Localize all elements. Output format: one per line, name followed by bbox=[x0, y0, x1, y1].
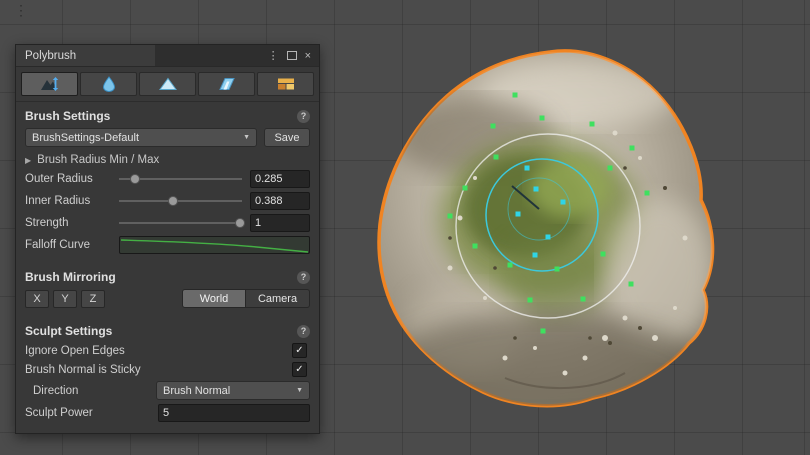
slider-handle[interactable] bbox=[168, 196, 178, 206]
triangle-icon bbox=[158, 76, 178, 92]
paint-color-mode-button[interactable] bbox=[139, 72, 196, 96]
help-icon[interactable]: ? bbox=[297, 271, 310, 284]
outer-radius-field[interactable]: 0.285 bbox=[250, 170, 310, 188]
mirror-row: X Y Z World Camera bbox=[16, 287, 319, 310]
sculpt-power-field[interactable]: 5 bbox=[158, 404, 310, 422]
direction-row: Direction Brush Normal ▼ bbox=[16, 379, 319, 402]
inner-radius-row: Inner Radius 0.388 bbox=[16, 190, 319, 212]
falloff-curve-field[interactable] bbox=[119, 236, 310, 254]
brush-preset-row: BrushSettings-Default ▼ Save bbox=[16, 126, 319, 149]
window-title: Polybrush bbox=[25, 50, 76, 62]
brush-mirroring-header: Brush Mirroring ? bbox=[16, 263, 319, 287]
outer-radius-row: Outer Radius 0.285 bbox=[16, 168, 319, 190]
ignore-open-edges-row: Ignore Open Edges ✓ bbox=[16, 341, 319, 360]
help-icon[interactable]: ? bbox=[297, 325, 310, 338]
save-button[interactable]: Save bbox=[264, 128, 310, 147]
brush-normal-sticky-label: Brush Normal is Sticky bbox=[25, 364, 141, 376]
polybrush-window: Polybrush ⋮ × bbox=[15, 44, 320, 434]
inner-radius-label: Inner Radius bbox=[25, 195, 119, 207]
texture-bricks-icon bbox=[276, 76, 296, 92]
polybrush-mode-toolbar bbox=[16, 67, 319, 102]
close-icon[interactable]: × bbox=[305, 50, 311, 62]
sculpt-mode-button[interactable] bbox=[21, 72, 78, 96]
brush-settings-header: Brush Settings ? bbox=[16, 102, 319, 126]
brush-normal-sticky-checkbox[interactable]: ✓ bbox=[292, 362, 307, 377]
sculpt-power-label: Sculpt Power bbox=[25, 407, 119, 419]
window-menu-icon[interactable]: ⋮ bbox=[268, 49, 279, 62]
sculpt-power-row: Sculpt Power 5 bbox=[16, 402, 319, 424]
brush-settings-title: Brush Settings bbox=[25, 109, 110, 123]
direction-label: Direction bbox=[25, 385, 119, 397]
slider-handle[interactable] bbox=[235, 218, 245, 228]
brush-radius-foldout[interactable]: ▶ Brush Radius Min / Max bbox=[16, 149, 319, 168]
strength-value: 1 bbox=[255, 217, 261, 229]
strength-label: Strength bbox=[25, 217, 119, 229]
sculpt-power-value: 5 bbox=[163, 407, 169, 419]
brush-preset-dropdown[interactable]: BrushSettings-Default ▼ bbox=[25, 128, 257, 147]
foldout-arrow-icon: ▶ bbox=[25, 156, 31, 165]
ignore-open-edges-checkbox[interactable]: ✓ bbox=[292, 343, 307, 358]
direction-dropdown[interactable]: Brush Normal ▼ bbox=[156, 381, 310, 400]
sculpt-settings-title: Sculpt Settings bbox=[25, 324, 112, 338]
mirror-z-button[interactable]: Z bbox=[81, 290, 105, 308]
scene-menu-icon[interactable]: ⋮ bbox=[14, 2, 28, 19]
mirror-space-toggle: World Camera bbox=[182, 289, 310, 308]
strength-slider[interactable] bbox=[119, 215, 242, 231]
paint-texture-mode-button[interactable] bbox=[257, 72, 314, 96]
direction-value: Brush Normal bbox=[163, 385, 230, 397]
falloff-row: Falloff Curve bbox=[16, 234, 319, 256]
sculpt-mountain-icon bbox=[40, 76, 60, 92]
sculpt-settings-header: Sculpt Settings ? bbox=[16, 317, 319, 341]
mirror-y-button[interactable]: Y bbox=[53, 290, 77, 308]
mirror-x-button[interactable]: X bbox=[25, 290, 49, 308]
help-icon[interactable]: ? bbox=[297, 110, 310, 123]
outer-radius-slider[interactable] bbox=[119, 171, 242, 187]
tab-polybrush[interactable]: Polybrush bbox=[16, 45, 155, 66]
mirror-space-camera-button[interactable]: Camera bbox=[246, 289, 310, 308]
chevron-down-icon: ▼ bbox=[296, 387, 303, 394]
ignore-open-edges-label: Ignore Open Edges bbox=[25, 345, 125, 357]
inner-radius-value: 0.388 bbox=[255, 195, 283, 207]
outer-radius-label: Outer Radius bbox=[25, 173, 119, 185]
slider-handle[interactable] bbox=[130, 174, 140, 184]
window-controls: ⋮ × bbox=[268, 45, 319, 66]
strength-field[interactable]: 1 bbox=[250, 214, 310, 232]
place-prefab-mode-button[interactable] bbox=[198, 72, 255, 96]
brush-flag-icon bbox=[217, 76, 237, 92]
chevron-down-icon: ▼ bbox=[243, 134, 250, 141]
outer-radius-value: 0.285 bbox=[255, 173, 283, 185]
strength-row: Strength 1 bbox=[16, 212, 319, 234]
water-drop-icon bbox=[99, 76, 119, 92]
brush-normal-sticky-row: Brush Normal is Sticky ✓ bbox=[16, 360, 319, 379]
falloff-curve bbox=[120, 237, 309, 253]
rock-mesh[interactable] bbox=[355, 38, 735, 418]
inner-radius-slider[interactable] bbox=[119, 193, 242, 209]
window-tabbar: Polybrush ⋮ × bbox=[16, 45, 319, 67]
smooth-mode-button[interactable] bbox=[80, 72, 137, 96]
brush-mirroring-title: Brush Mirroring bbox=[25, 270, 116, 284]
inner-radius-field[interactable]: 0.388 bbox=[250, 192, 310, 210]
scene-viewport[interactable]: ⋮ bbox=[0, 0, 810, 455]
maximize-icon[interactable] bbox=[287, 51, 297, 60]
falloff-label: Falloff Curve bbox=[25, 239, 119, 251]
foldout-label: Brush Radius Min / Max bbox=[37, 154, 159, 166]
brush-preset-value: BrushSettings-Default bbox=[32, 132, 139, 144]
mirror-space-world-button[interactable]: World bbox=[182, 289, 246, 308]
